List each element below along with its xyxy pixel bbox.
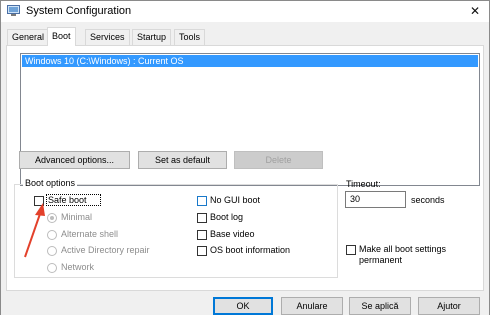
delete-button[interactable]: Delete — [234, 151, 323, 169]
tab-general[interactable]: General — [7, 29, 50, 45]
boot-log-checkbox[interactable] — [197, 213, 207, 223]
timeout-input[interactable]: 30 — [345, 191, 406, 208]
no-gui-boot-checkbox[interactable] — [197, 196, 207, 206]
seconds-label: seconds — [411, 195, 445, 205]
cancel-button[interactable]: Anulare — [281, 297, 343, 315]
ok-button[interactable]: OK — [213, 297, 273, 315]
safe-boot-label: Safe boot — [48, 195, 87, 205]
apply-button[interactable]: Se aplică — [349, 297, 411, 315]
title-bar: System Configuration ✕ — [1, 1, 489, 22]
help-button[interactable]: Ajutor — [418, 297, 480, 315]
make-permanent-label-line1: Make all boot settings — [359, 244, 447, 254]
make-permanent-label-line2: permanent — [359, 255, 403, 265]
advanced-options-button[interactable]: Advanced options... — [19, 151, 130, 169]
no-gui-boot-label: No GUI boot — [210, 195, 261, 205]
base-video-checkbox[interactable] — [197, 230, 207, 240]
boot-log-label: Boot log — [210, 212, 244, 222]
base-video-label: Base video — [210, 229, 255, 239]
red-arrow-annotation — [24, 203, 45, 258]
system-configuration-window: System Configuration ✕ General Boot Serv… — [0, 0, 490, 315]
ad-repair-label: Active Directory repair — [61, 245, 150, 255]
minimal-label: Minimal — [61, 212, 93, 222]
close-icon[interactable]: ✕ — [461, 1, 489, 22]
tab-services[interactable]: Services — [85, 29, 130, 45]
os-boot-info-label: OS boot information — [210, 245, 291, 255]
boot-options-title: Boot options — [23, 178, 78, 188]
tab-startup[interactable]: Startup — [132, 29, 172, 45]
tab-boot[interactable]: Boot — [47, 27, 76, 46]
make-permanent-checkbox[interactable] — [346, 245, 356, 255]
tab-tools[interactable]: Tools — [174, 29, 206, 45]
network-label: Network — [61, 262, 95, 272]
os-list-item[interactable]: Windows 10 (C:\Windows) : Current OS — [22, 55, 478, 67]
msconfig-app-icon — [7, 5, 20, 16]
set-as-default-button[interactable]: Set as default — [138, 151, 227, 169]
os-boot-info-checkbox[interactable] — [197, 246, 207, 256]
alternate-shell-label: Alternate shell — [61, 229, 119, 239]
window-title: System Configuration — [26, 5, 132, 17]
network-radio[interactable] — [47, 263, 57, 273]
timeout-label: Timeout: — [346, 179, 381, 189]
